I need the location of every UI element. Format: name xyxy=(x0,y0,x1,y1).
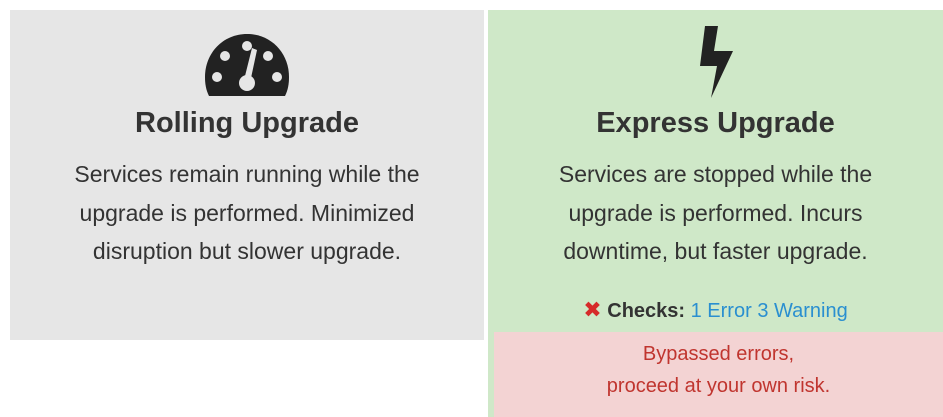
pre-upgrade-checks: ✖ Checks: 1 Error 3 Warning xyxy=(488,297,943,324)
bypass-warning-alert: Bypassed errors, proceed at your own ris… xyxy=(494,332,943,417)
express-upgrade-option[interactable]: Express Upgrade Services are stopped whi… xyxy=(488,10,943,417)
alert-line: proceed at your own risk. xyxy=(606,375,831,397)
description-line: Services remain running while the xyxy=(74,161,420,187)
errors-link[interactable]: 1 Error xyxy=(691,300,752,322)
rolling-upgrade-description: Services remain running while the upgrad… xyxy=(28,155,466,271)
checks-label: Checks: xyxy=(607,300,686,322)
alert-line: Bypassed errors, xyxy=(642,343,795,365)
description-line: upgrade is performed. Incurs xyxy=(568,199,863,226)
error-x-icon: ✖ xyxy=(583,297,602,322)
description-line: upgrade is performed. Minimized xyxy=(79,199,415,226)
lightning-bolt-icon xyxy=(699,26,733,98)
express-upgrade-description: Services are stopped while the upgrade i… xyxy=(506,155,925,271)
description-line: Services are stopped while the xyxy=(558,161,873,187)
description-line: disruption but slower upgrade. xyxy=(92,238,402,264)
warnings-link[interactable]: 3 Warning xyxy=(757,300,847,322)
rolling-upgrade-option[interactable]: Rolling Upgrade Services remain running … xyxy=(10,10,484,340)
rolling-upgrade-title: Rolling Upgrade xyxy=(135,107,359,139)
express-upgrade-title: Express Upgrade xyxy=(596,107,835,139)
description-line: downtime, but faster upgrade. xyxy=(563,238,868,264)
dashboard-gauge-icon xyxy=(205,34,289,96)
